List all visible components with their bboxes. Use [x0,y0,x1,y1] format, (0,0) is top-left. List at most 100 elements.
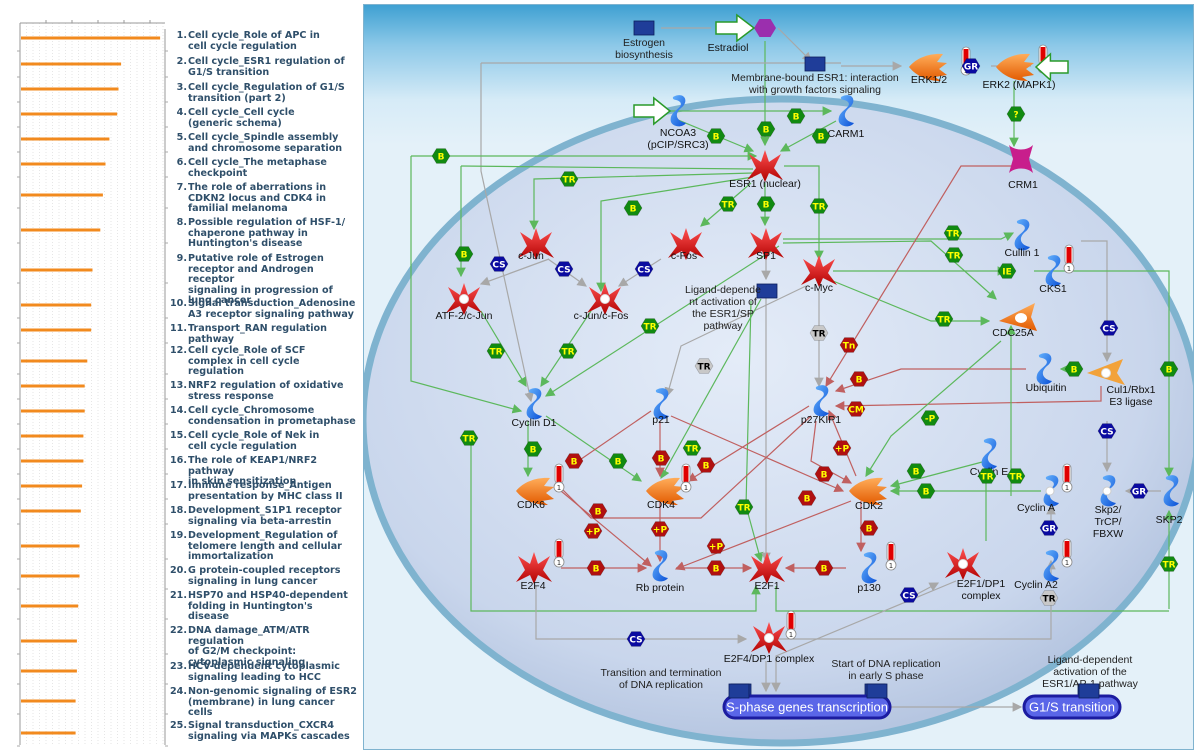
node-label: p27KIP1 [801,414,841,426]
legend-item-line: HSP70 and HSP40-dependent [188,590,348,601]
pathway-map[interactable]: Estrogen biosynthesis Estradiol Membrane-bo… [364,5,1193,749]
legend-item-text: Development_S1P1 receptor signaling via b… [187,505,342,527]
legend-item-line: signaling via beta-arrestin [188,515,332,527]
legend-item-text: HSP70 and HSP40-dependent folding in Hunt… [187,590,348,623]
pathway-legend-item[interactable]: 5. Cell cycle_Spindle assembly and chromos… [168,132,362,154]
node-label: SKP2 [1156,514,1183,526]
bar [21,574,80,578]
pathway-legend-item[interactable]: 14. Cell cycle_Chromosome condensation in … [168,405,362,427]
s-phase-genes-transcription-button[interactable]: S-phase genes transcription [722,694,892,720]
node-label-line: c-Jun [518,250,544,262]
legend-item-number: 7. [176,182,187,193]
legend-item-line: Cell cycle_The metaphase [188,157,327,168]
pathway-legend-item[interactable]: 1. Cell cycle_Role of APC in cell cycle re… [168,30,362,52]
node-label-line: ESR1 (nuclear) [729,178,801,190]
node-label-line: Start of DNA replication [831,658,940,670]
legend-item-text: The role of aberrations in CDKN2 locus an… [187,182,327,215]
thermometer-value: 1 [889,562,893,570]
thermometer-value: 1 [557,559,561,567]
badge-label: B [821,564,828,574]
badge-label: TR [737,503,750,513]
pill-label: G1/S transition [1029,700,1115,715]
node-label-line: SP1 [756,250,776,262]
legend-item-number: 10. [170,298,187,309]
node-label: CRM1 [1008,179,1038,191]
pathway-legend-item[interactable]: 20. G protein-coupled receptors signaling … [168,565,362,587]
bar [21,731,76,735]
badge-label: TR [562,175,575,185]
badge-label: B [1166,365,1173,375]
legend-item-number: 20. [170,565,187,576]
node-label-line: Cullin 1 [1004,247,1039,259]
pathway-legend-item[interactable]: 2. Cell cycle_ESR1 regulation of G1/S tran… [168,56,362,78]
legend-item-text: Cell cycle_Cell cycle (generic schema) [187,107,295,129]
pathway-legend-item[interactable]: 24. Non-genomic signaling of ESR2 (membran… [168,686,362,719]
legend-item-line: Cell cycle_ESR1 regulation of [188,56,345,67]
badge-label: GR [964,62,978,72]
bar [21,87,119,91]
pathway-legend-item[interactable]: 12. Cell cycle_Role of SCF complex in cell… [168,345,362,378]
legend-item-line: The role of aberrations in [188,182,327,193]
legend-item-line: cell cycle regulation [188,40,297,52]
badge-label: TR [812,202,825,212]
badge-label: B [821,470,828,480]
mechanism-badge-b[interactable]: B [431,148,451,164]
node-label-line: CKS1 [1039,283,1067,295]
pathway-legend-item[interactable]: 6. Cell cycle_The metaphase checkpoint [168,157,362,179]
pathway-map-panel[interactable]: Estrogen biosynthesis Estradiol Membrane-bo… [363,4,1194,750]
node-label-line: NCOA3 [660,127,696,139]
pathway-legend-item[interactable]: 4. Cell cycle_Cell cycle (generic schema) [168,107,362,129]
pathway-legend-item[interactable]: 18. Development_S1P1 receptor signaling vi… [168,505,362,527]
node-label-line: p27KIP1 [801,414,841,426]
bar [21,509,81,513]
legend-item-line: Transport_RAN regulation [188,323,327,334]
edge-estradiol-membrane [777,27,812,62]
legend-item-line: signaling via MAPKs cascades [188,730,350,742]
node-label: Cul1/Rbx1 E3 ligase [1106,384,1155,408]
node-label-line: nt activation of [689,296,757,308]
pathway-legend-item[interactable]: 3. Cell cycle_Regulation of G1/S transitio… [168,82,362,104]
thermometer-value: 1 [1065,484,1069,492]
pathway-legend-item[interactable]: 10. Signal transduction_Adenosine A3 recep… [168,298,362,320]
badge-label: TR [489,347,502,357]
mechanism-badge-p[interactable]: ? [1006,106,1026,122]
legend-item-text: Cell cycle_Role of APC in cell cycle regu… [187,30,320,52]
badge-label: TR [947,251,960,261]
pathway-legend-item[interactable]: 17. Immune response_Antigen presentation b… [168,480,362,502]
pathway-legend-item[interactable]: 13. NRF2 regulation of oxidative stress re… [168,380,362,402]
node-label-line: CDC25A [992,327,1033,339]
pathway-legend-item[interactable]: 15. Cell cycle_Role of Nek in cell cycle r… [168,430,362,452]
legend-item-line: Cell cycle_Role of Nek in [188,430,320,441]
node-label: Cyclin A2 [1014,579,1058,591]
pathway-legend-item[interactable]: 7. The role of aberrations in CDKN2 locus … [168,182,362,215]
pathway-legend-item[interactable]: 21. HSP70 and HSP40-dependent folding in H… [168,590,362,623]
g1s-transition-button[interactable]: G1/S transition [1022,694,1122,720]
legend-item-line: stress response [188,390,274,402]
legend-item-line: pathway [188,333,235,345]
legend-item-number: 21. [170,590,187,601]
node-label-line: E2F4/DP1 complex [724,653,815,665]
badge-label: +P [586,527,601,537]
pathway-legend-item[interactable]: 23. HCV-dependent cytoplasmic signaling le… [168,661,362,683]
node-label: E2F4 [520,580,545,592]
node-label: Skp2/TrCP/FBXW [1093,504,1123,540]
pathway-legend-item[interactable]: 19. Development_Regulation of telomere len… [168,530,362,563]
badge-label: B [713,564,720,574]
legend-item-number: 8. [176,217,187,228]
node-label-line: (pCIP/SRC3) [647,139,708,151]
node-label-line: in early S phase [848,670,923,682]
bar [21,459,84,463]
pathway-legend-item[interactable]: 11. Transport_RAN regulation pathway [168,323,362,345]
node-label-line: the ESR1/SP [692,308,754,320]
thermometer-value: 1 [789,631,793,639]
pathway-legend-item[interactable]: 8. Possible regulation of HSF-1/chaperone… [168,217,362,250]
bar [21,328,92,332]
badge-label: TR [980,472,993,482]
bar [21,484,83,488]
pathway-legend-item[interactable]: 25. Signal transduction_CXCR4 signaling vi… [168,720,362,742]
bar [21,137,110,141]
node-label-line: E2F1/DP1 [957,578,1006,590]
legend-item-text: HCV-dependent cytoplasmic signaling leadi… [187,661,340,683]
node-label-line: Ligand-dependent [1048,654,1133,666]
node-label: p21 [652,414,670,426]
